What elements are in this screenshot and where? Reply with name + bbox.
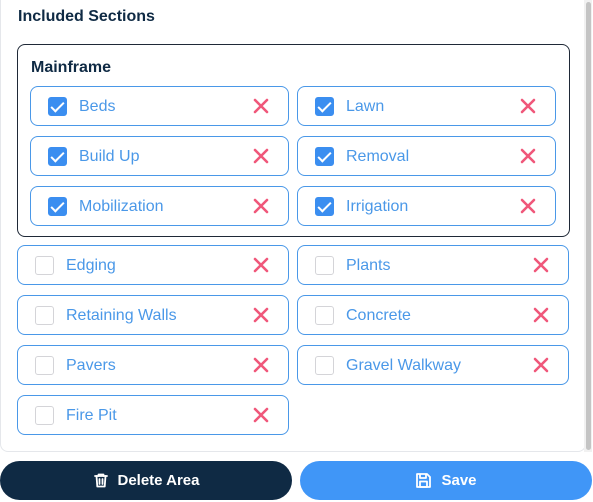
x-icon[interactable]: [251, 146, 271, 166]
x-icon[interactable]: [531, 355, 551, 375]
save-button[interactable]: Save: [300, 461, 592, 500]
section-label: Concrete: [346, 307, 411, 324]
section-label: Lawn: [346, 98, 385, 115]
x-icon[interactable]: [518, 196, 538, 216]
x-icon[interactable]: [251, 405, 271, 425]
delete-area-label: Delete Area: [117, 472, 200, 489]
checkbox-checked[interactable]: [315, 97, 334, 116]
x-icon[interactable]: [531, 305, 551, 325]
section-label: Irrigation: [346, 198, 409, 215]
save-label: Save: [441, 472, 477, 489]
checkbox-checked[interactable]: [315, 197, 334, 216]
section-label: Beds: [79, 98, 116, 115]
x-icon[interactable]: [251, 355, 271, 375]
checkbox-checked[interactable]: [48, 197, 67, 216]
checkbox[interactable]: [315, 256, 334, 275]
section-chip-edging[interactable]: Edging: [17, 245, 289, 285]
section-label: Edging: [66, 257, 116, 274]
section-chip-retaining-walls[interactable]: Retaining Walls: [17, 295, 289, 335]
section-label: Build Up: [79, 148, 140, 165]
section-chip-beds[interactable]: Beds: [30, 86, 289, 126]
checkbox[interactable]: [315, 356, 334, 375]
x-icon[interactable]: [518, 96, 538, 116]
trash-icon: [93, 473, 108, 488]
section-chip-irrigation[interactable]: Irrigation: [297, 186, 556, 226]
section-chip-build-up[interactable]: Build Up: [30, 136, 289, 176]
section-chip-fire-pit[interactable]: Fire Pit: [17, 395, 289, 435]
section-chip-lawn[interactable]: Lawn: [297, 86, 556, 126]
section-label: Plants: [346, 257, 391, 274]
section-label: Gravel Walkway: [346, 357, 461, 374]
section-label: Retaining Walls: [66, 307, 177, 324]
group-title: Mainframe: [31, 59, 112, 76]
section-label: Fire Pit: [66, 407, 117, 424]
x-icon[interactable]: [518, 146, 538, 166]
section-chip-removal[interactable]: Removal: [297, 136, 556, 176]
delete-area-button[interactable]: Delete Area: [0, 461, 292, 500]
x-icon[interactable]: [251, 196, 271, 216]
x-icon[interactable]: [251, 96, 271, 116]
section-title: Included Sections: [18, 8, 155, 25]
section-label: Pavers: [66, 357, 116, 374]
section-chip-pavers[interactable]: Pavers: [17, 345, 289, 385]
checkbox-checked[interactable]: [315, 147, 334, 166]
checkbox-checked[interactable]: [48, 97, 67, 116]
section-chip-mobilization[interactable]: Mobilization: [30, 186, 289, 226]
x-icon[interactable]: [251, 255, 271, 275]
checkbox[interactable]: [35, 406, 54, 425]
checkbox[interactable]: [35, 306, 54, 325]
section-label: Removal: [346, 148, 410, 165]
checkbox[interactable]: [35, 356, 54, 375]
checkbox[interactable]: [35, 256, 54, 275]
checkbox[interactable]: [315, 306, 334, 325]
section-chip-concrete[interactable]: Concrete: [297, 295, 569, 335]
scrollbar-thumb[interactable]: [586, 2, 591, 450]
checkbox-checked[interactable]: [48, 147, 67, 166]
section-chip-plants[interactable]: Plants: [297, 245, 569, 285]
save-icon: [416, 473, 432, 488]
x-icon[interactable]: [251, 305, 271, 325]
x-icon[interactable]: [531, 255, 551, 275]
section-label: Mobilization: [79, 198, 164, 215]
section-chip-gravel-walkway[interactable]: Gravel Walkway: [297, 345, 569, 385]
